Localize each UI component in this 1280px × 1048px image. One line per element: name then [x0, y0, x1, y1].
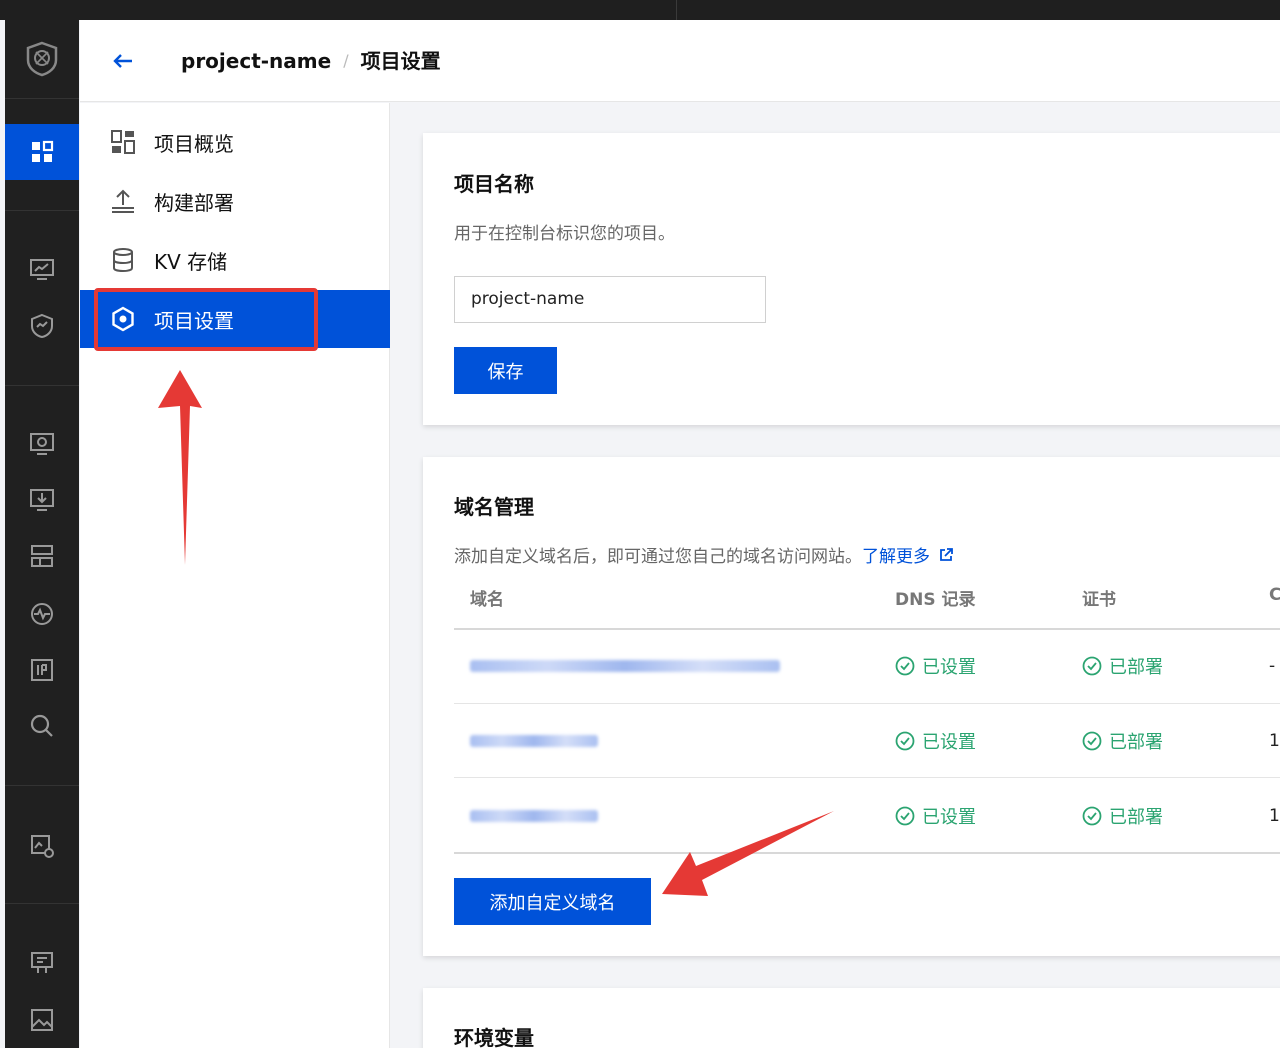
domain-name-redacted[interactable]	[470, 660, 780, 672]
shield-logo-icon	[26, 41, 58, 77]
rail-divider	[5, 98, 79, 99]
column-header-extra: C	[1269, 585, 1280, 605]
arrow-left-icon	[113, 54, 132, 68]
breadcrumb-current: 项目设置	[360, 49, 441, 73]
check-circle-icon	[895, 731, 915, 751]
rail-item-board[interactable]	[5, 943, 79, 983]
project-sidenav: 项目概览 构建部署 KV 存储 项目设置	[80, 103, 390, 1048]
nav-item-label: 项目概览	[154, 131, 234, 156]
extra-cell: -	[1269, 656, 1276, 676]
top-bar-divider	[676, 0, 677, 20]
card-description: 添加自定义域名后，即可通过您自己的域名访问网站。 了解更多	[454, 542, 954, 567]
row-divider	[454, 703, 1280, 704]
extra-cell: 1	[1269, 806, 1280, 826]
cert-status-label: 已部署	[1109, 732, 1163, 753]
dashboard-icon	[110, 129, 136, 155]
row-divider	[454, 777, 1280, 778]
card-title: 域名管理	[454, 495, 534, 519]
rail-item-layout[interactable]	[5, 536, 79, 576]
project-name-input[interactable]: project-name	[454, 276, 766, 323]
cert-status: 已部署	[1082, 728, 1163, 754]
dns-status: 已设置	[895, 653, 976, 679]
download-screen-icon	[30, 489, 54, 511]
check-circle-icon	[1082, 806, 1102, 826]
breadcrumb: project-name / 项目设置	[181, 46, 441, 76]
rail-item-search[interactable]	[5, 706, 79, 746]
top-bar	[0, 0, 1280, 20]
cert-status-label: 已部署	[1109, 807, 1163, 828]
nav-item-label: KV 存储	[154, 249, 228, 274]
dns-status-label: 已设置	[922, 657, 976, 678]
image-gear-icon	[31, 835, 54, 858]
rail-item-shield[interactable]	[5, 306, 79, 346]
dns-status-label: 已设置	[922, 807, 976, 828]
add-custom-domain-button[interactable]: 添加自定义域名	[454, 878, 651, 925]
external-link-icon[interactable]	[938, 547, 954, 563]
rail-item-screen[interactable]	[5, 424, 79, 464]
annotation-highlight-box	[94, 288, 318, 351]
rail-divider	[5, 385, 79, 386]
domain-name-redacted[interactable]	[470, 735, 598, 747]
image-icon	[31, 1009, 53, 1031]
nav-item-deploy[interactable]: 构建部署	[80, 172, 390, 230]
dns-status-label: 已设置	[922, 732, 976, 753]
extra-cell: 1	[1269, 731, 1280, 751]
shield-chart-icon	[31, 313, 53, 339]
search-icon	[30, 714, 53, 737]
grid-icon	[32, 140, 54, 162]
project-name-card: 项目名称 用于在控制台标识您的项目。 project-name 保存	[423, 133, 1280, 425]
breadcrumb-project[interactable]: project-name	[181, 46, 331, 76]
card-title: 项目名称	[454, 172, 534, 196]
monitor-icon	[30, 433, 54, 455]
column-header-domain: 域名	[470, 590, 504, 610]
table-bottom-divider	[454, 852, 1280, 854]
ip-icon	[31, 659, 53, 681]
rail-item-ip[interactable]	[5, 650, 79, 690]
save-button[interactable]: 保存	[454, 347, 557, 394]
nav-item-kv[interactable]: KV 存储	[80, 231, 390, 289]
rail-item-download[interactable]	[5, 480, 79, 520]
cert-status: 已部署	[1082, 803, 1163, 829]
cert-status-label: 已部署	[1109, 657, 1163, 678]
rail-divider	[5, 903, 79, 904]
pulse-icon	[31, 603, 53, 625]
page-header: project-name / 项目设置	[80, 20, 1280, 102]
database-icon	[110, 247, 136, 273]
dns-status: 已设置	[895, 728, 976, 754]
nav-item-overview[interactable]: 项目概览	[80, 113, 390, 171]
column-header-dns: DNS 记录	[895, 590, 976, 610]
card-description: 用于在控制台标识您的项目。	[454, 224, 675, 244]
rail-item-apps[interactable]	[5, 124, 79, 180]
card-title: 环境变量	[454, 1026, 534, 1048]
column-header-cert: 证书	[1082, 590, 1116, 610]
cert-status: 已部署	[1082, 653, 1163, 679]
nav-item-label: 构建部署	[154, 190, 234, 215]
check-circle-icon	[1082, 656, 1102, 676]
domain-name-redacted[interactable]	[470, 810, 598, 822]
rail-item-config[interactable]	[5, 826, 79, 866]
rail-item-image[interactable]	[5, 1000, 79, 1040]
table-header-divider	[454, 628, 1280, 630]
dns-status: 已设置	[895, 803, 976, 829]
check-circle-icon	[895, 806, 915, 826]
learn-more-link[interactable]: 了解更多	[862, 542, 930, 567]
monitor-chart-icon	[30, 259, 54, 280]
rail-item-pulse[interactable]	[5, 594, 79, 634]
rail-divider	[5, 210, 79, 211]
env-vars-card: 环境变量	[423, 988, 1280, 1048]
board-icon	[31, 952, 53, 973]
upload-icon	[110, 188, 136, 214]
back-button[interactable]	[110, 48, 136, 74]
icon-rail	[5, 20, 79, 1048]
layout-icon	[31, 545, 53, 567]
domain-description-text: 添加自定义域名后，即可通过您自己的域名访问网站。	[454, 547, 862, 567]
rail-item-monitor[interactable]	[5, 250, 79, 290]
breadcrumb-separator: /	[343, 51, 349, 70]
domain-card: 域名管理 添加自定义域名后，即可通过您自己的域名访问网站。 了解更多 域名 DN…	[423, 457, 1280, 956]
rail-divider	[5, 785, 79, 786]
product-logo[interactable]	[5, 20, 79, 98]
check-circle-icon	[1082, 731, 1102, 751]
check-circle-icon	[895, 656, 915, 676]
